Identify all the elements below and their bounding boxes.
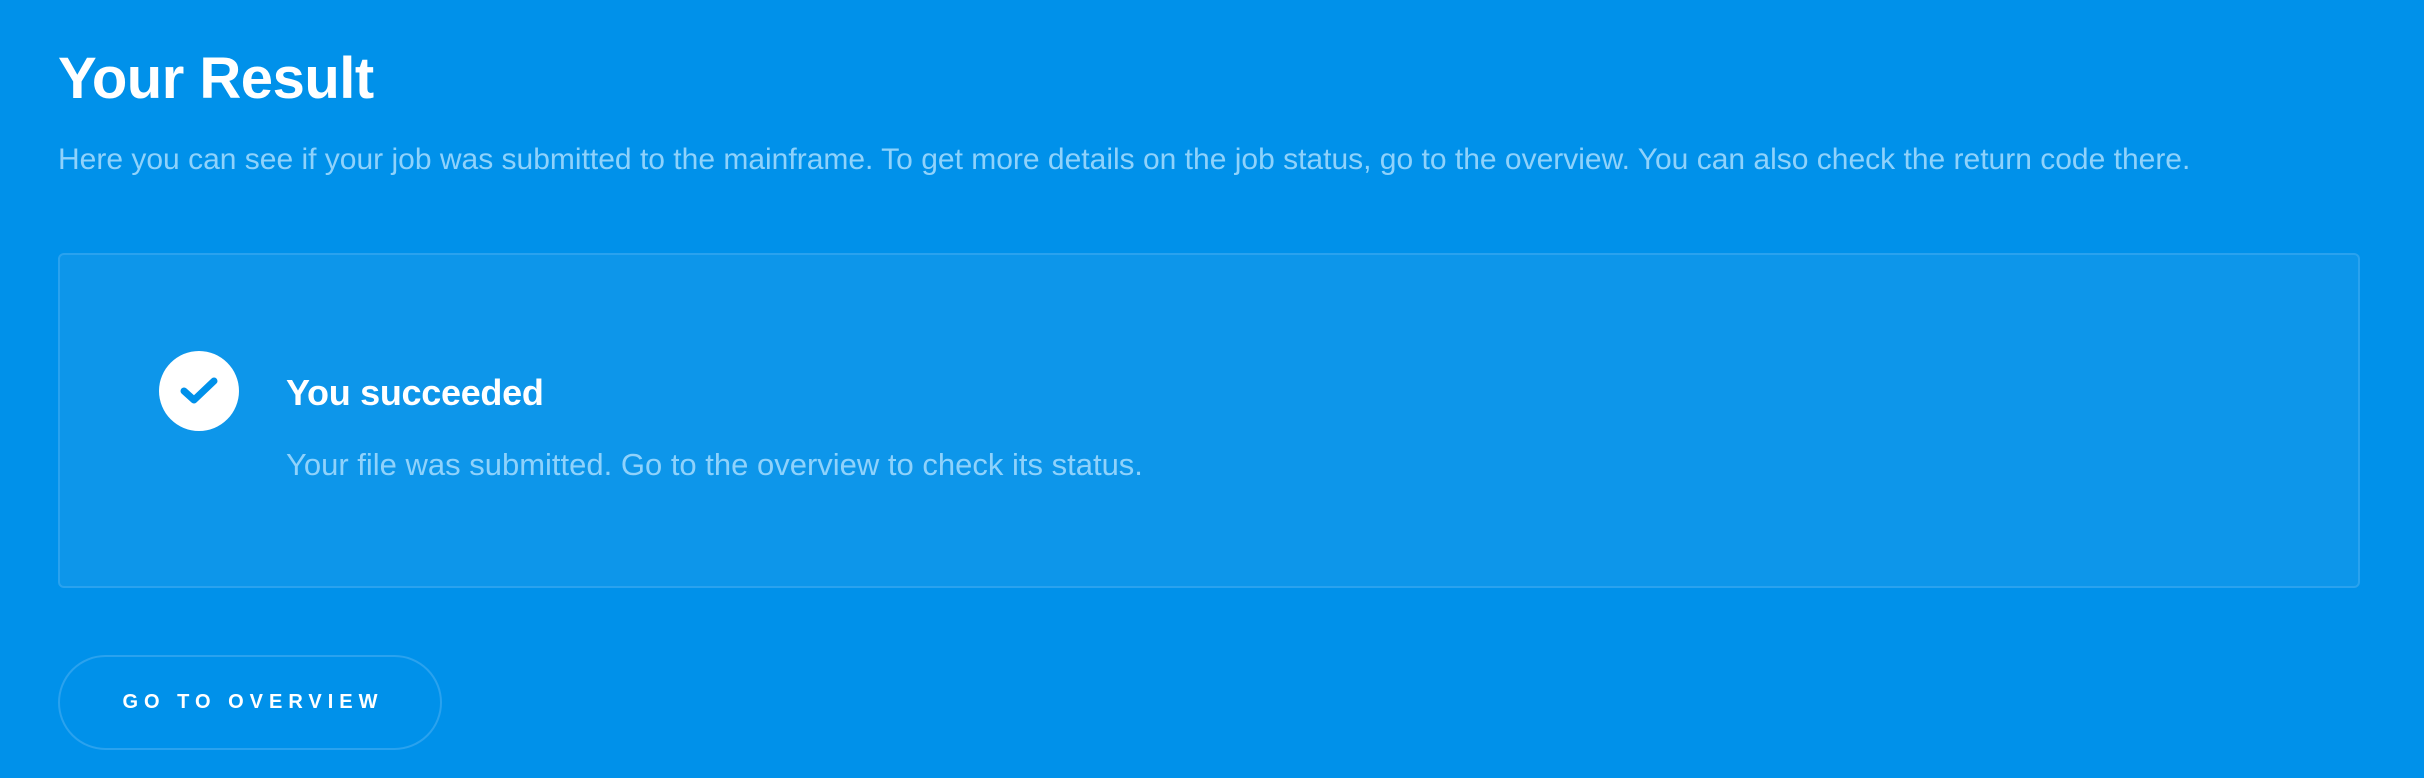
page-description: Here you can see if your job was submitt…: [58, 143, 2191, 176]
page-title: Your Result: [58, 46, 374, 111]
result-title: You succeeded: [286, 372, 544, 413]
check-icon: [159, 351, 239, 431]
result-card: You succeeded Your file was submitted. G…: [58, 253, 2360, 588]
go-to-overview-button[interactable]: GO TO OVERVIEW: [58, 655, 442, 750]
result-message: Your file was submitted. Go to the overv…: [286, 447, 1143, 482]
